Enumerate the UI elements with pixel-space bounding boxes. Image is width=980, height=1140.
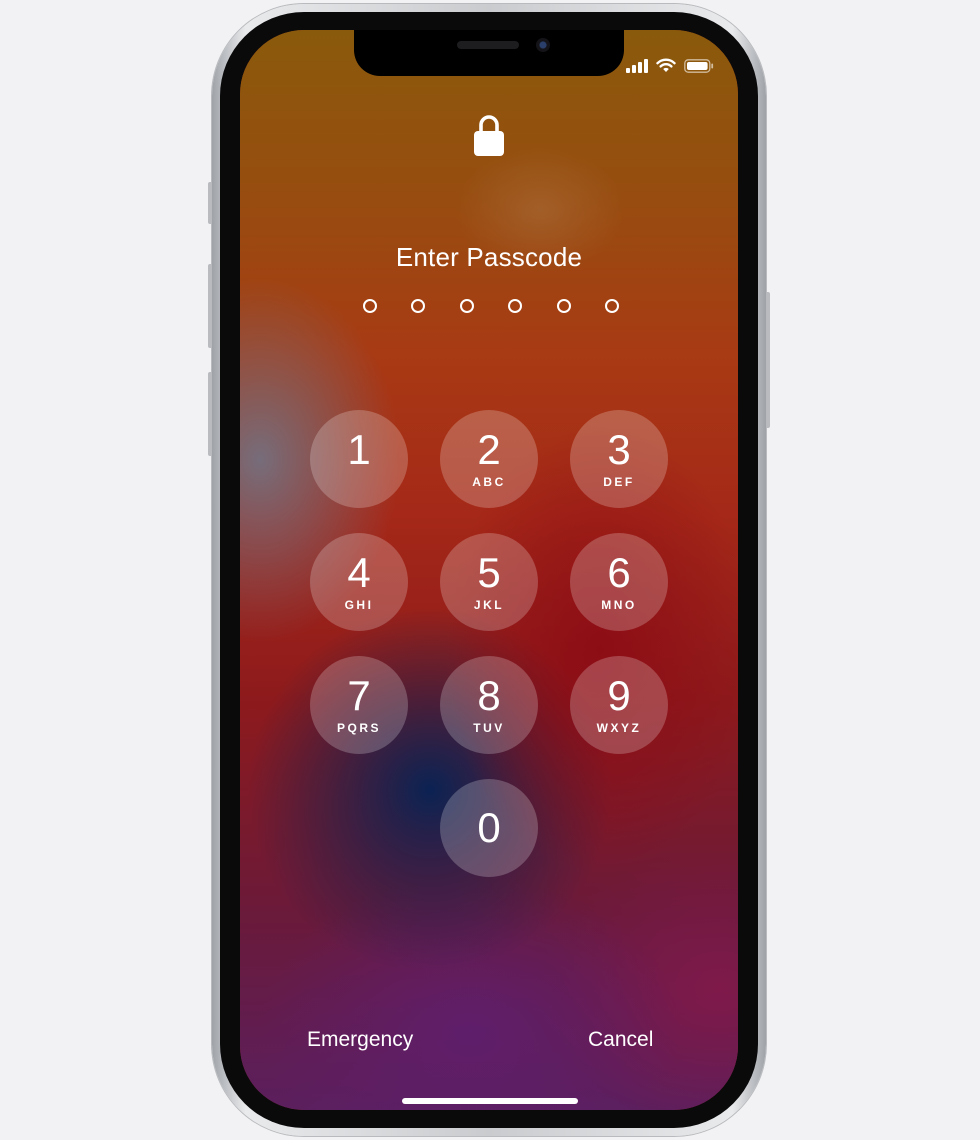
key-2[interactable]: 2 ABC — [440, 410, 538, 508]
key-letters: DEF — [603, 475, 635, 489]
key-3[interactable]: 3 DEF — [570, 410, 668, 508]
key-letters: TUV — [473, 721, 505, 735]
key-0[interactable]: 0 — [440, 779, 538, 877]
battery-icon — [684, 58, 714, 73]
key-letters: MNO — [601, 598, 637, 612]
key-digit: 1 — [347, 426, 371, 473]
key-letters: ABC — [472, 475, 506, 489]
key-digit: 0 — [477, 804, 501, 851]
wifi-icon — [656, 58, 676, 72]
lock-icon — [474, 115, 504, 156]
key-digit: 2 — [477, 426, 501, 473]
key-digit: 7 — [347, 672, 371, 719]
key-letters: PQRS — [336, 721, 381, 735]
home-indicator[interactable] — [402, 1098, 578, 1104]
camera-icon — [536, 38, 550, 52]
key-7[interactable]: 7 PQRS — [310, 656, 408, 754]
passcode-dot — [459, 299, 474, 313]
passcode-dots — [363, 299, 619, 313]
device-mockup: Enter Passcode 1 2 ABC 3 DEF 4 GHI 5 JKL 6 MNO 7 PQR… — [0, 0, 980, 1140]
key-5[interactable]: 5 JKL — [440, 533, 538, 631]
key-digit: 8 — [477, 672, 501, 719]
passcode-dot — [508, 299, 523, 313]
key-digit: 5 — [477, 549, 501, 596]
key-digit: 9 — [607, 672, 631, 719]
key-9[interactable]: 9 WXYZ — [570, 656, 668, 754]
key-letters: JKL — [473, 598, 505, 612]
status-bar — [626, 58, 714, 73]
cancel-button[interactable]: Cancel — [588, 1028, 653, 1052]
key-8[interactable]: 8 TUV — [440, 656, 538, 754]
key-digit: 6 — [607, 549, 631, 596]
key-letters: GHI — [344, 598, 374, 612]
key-letters: WXYZ — [596, 721, 642, 735]
passcode-dot — [411, 299, 426, 313]
phone-frame: Enter Passcode 1 2 ABC 3 DEF 4 GHI 5 JKL 6 MNO 7 PQR… — [212, 4, 766, 1136]
passcode-dot — [556, 299, 571, 313]
cellular-signal-icon — [626, 58, 648, 73]
passcode-prompt: Enter Passcode — [395, 242, 583, 272]
passcode-dot — [604, 299, 619, 313]
lock-screen: Enter Passcode 1 2 ABC 3 DEF 4 GHI 5 JKL 6 MNO 7 PQR… — [240, 30, 738, 1110]
notch — [354, 30, 624, 76]
key-1[interactable]: 1 — [310, 410, 408, 508]
passcode-dot — [363, 299, 377, 313]
emergency-button[interactable]: Emergency — [307, 1028, 413, 1052]
key-digit: 4 — [347, 549, 371, 596]
key-digit: 3 — [607, 426, 631, 473]
key-4[interactable]: 4 GHI — [310, 533, 408, 631]
key-6[interactable]: 6 MNO — [570, 533, 668, 631]
